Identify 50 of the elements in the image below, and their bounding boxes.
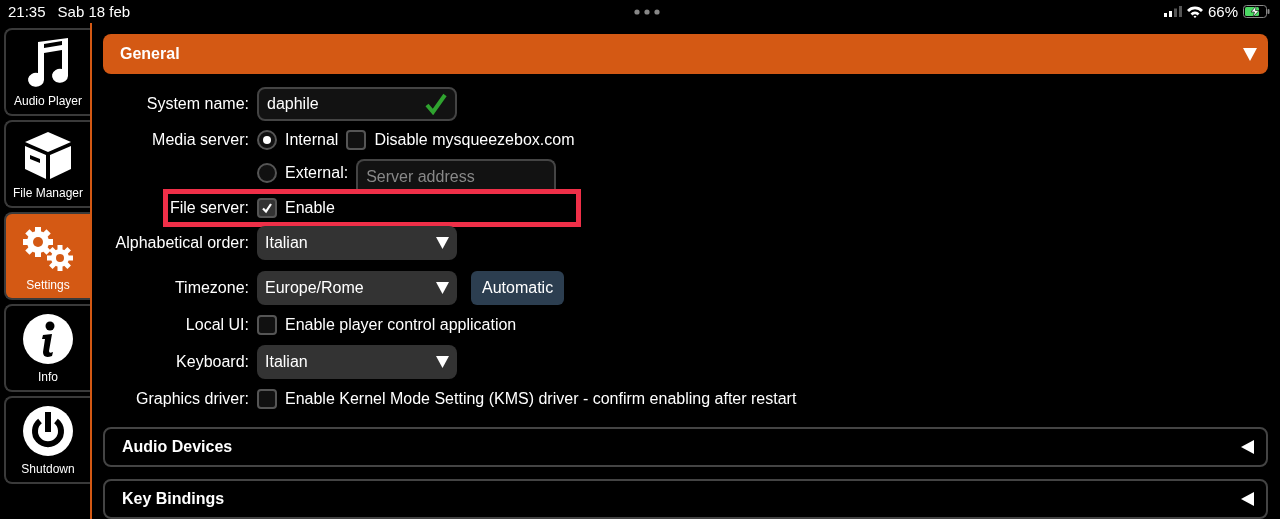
gears-icon [22,226,74,272]
field-label: Media server: [151,130,249,149]
field-label: Local UI: [184,316,249,334]
caret-down-icon[interactable] [1242,46,1258,62]
section-header[interactable]: Key Bindings [103,479,1268,519]
radio-button[interactable] [257,162,277,183]
checkmark-icon [261,202,273,214]
caret-down-icon [436,237,449,249]
section-header[interactable]: Audio Devices [103,427,1268,467]
wifi-icon [1187,5,1203,18]
status-time: 21:35 [8,3,46,20]
field-label: System name: [145,95,249,113]
checkbox[interactable] [257,315,277,335]
sidebar-item[interactable]: Shutdown [4,396,90,484]
checkbox-label: Enable player control application [285,316,517,334]
dropdown[interactable]: Europe/Rome [257,271,457,305]
caret-left-icon[interactable] [1240,439,1256,455]
field-label: File server: [168,199,249,217]
power-icon [23,406,73,456]
checkbox-label: Disable mysqueezebox.com [374,130,575,149]
section-header[interactable]: General [103,34,1268,74]
dropdown[interactable]: Italian [257,226,457,260]
field-label: Graphics driver: [135,390,249,408]
field-label: Timezone: [173,279,249,297]
caret-left-icon[interactable] [1240,491,1256,507]
field-label: Keyboard: [175,353,249,371]
automatic-button[interactable]: Automatic [471,271,565,305]
checkbox-label: Enable Kernel Mode Setting (KMS) driver - confirm enabling after restart [285,390,797,408]
checkbox-label: Enable [285,199,335,217]
sidebar-item[interactable]: Info [4,304,90,392]
sidebar-item[interactable]: Settings [4,212,90,300]
more-dots-icon[interactable] [634,8,661,15]
signal-icon [1164,6,1182,17]
battery-percent: 66% [1208,3,1238,20]
radio-label: Internal [285,130,339,149]
system-name-field[interactable]: daphile [257,87,457,121]
box-icon [23,130,73,180]
checkbox[interactable] [257,389,277,409]
checkbox[interactable] [346,129,367,150]
dropdown[interactable]: Italian [257,345,457,379]
info-icon [23,314,73,364]
radio-button[interactable] [257,129,277,150]
caret-down-icon [436,356,449,368]
caret-down-icon [436,282,449,294]
field-label: Alphabetical order: [114,234,249,252]
radio-label: External: [285,163,349,182]
checkbox[interactable] [257,198,277,218]
status-date: Sab 18 feb [57,3,131,20]
sidebar-item[interactable]: File Manager [4,120,90,208]
sidebar-item[interactable]: Audio Player [4,28,90,116]
